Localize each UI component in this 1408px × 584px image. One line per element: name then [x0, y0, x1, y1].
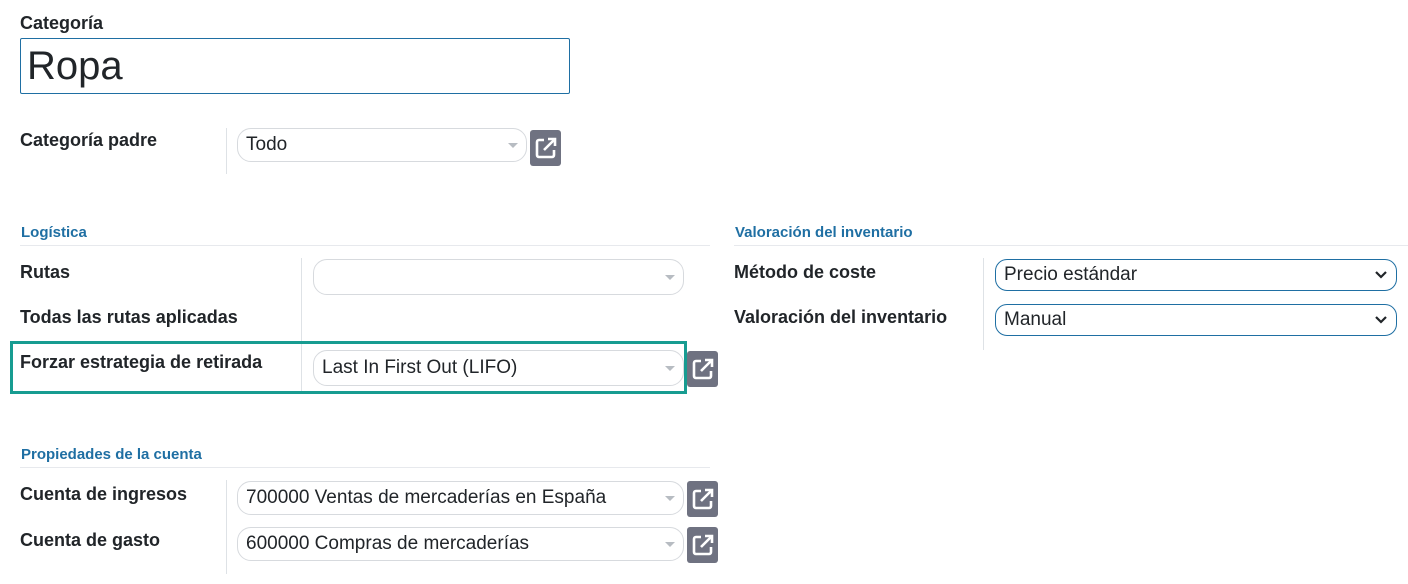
external-link-icon: [535, 137, 556, 159]
logistics-section-title: Logística: [21, 224, 87, 241]
external-link-icon: [692, 534, 713, 556]
chevron-down-icon: [1375, 271, 1387, 279]
expense-account-label: Cuenta de gasto: [20, 530, 161, 550]
income-account-label: Cuenta de ingresos: [20, 484, 188, 504]
valuation-divider: [734, 245, 1408, 246]
field-separator: [226, 128, 227, 174]
category-name-label: Categoría: [20, 13, 104, 33]
routes-label: Rutas: [20, 262, 71, 282]
external-link-icon: [692, 358, 713, 380]
cost-method-label: Método de coste: [734, 262, 877, 282]
caret-down-icon: [665, 274, 675, 280]
valuation-section-title: Valoración del inventario: [735, 224, 913, 241]
valuation-value: Manual: [1004, 309, 1067, 330]
caret-down-icon: [665, 365, 675, 371]
expense-account-open-button[interactable]: [687, 527, 718, 563]
removal-strategy-label: Forzar estrategia de retirada: [20, 352, 263, 372]
parent-category-value: Todo: [246, 134, 288, 155]
field-separator: [983, 258, 984, 350]
accounts-section-title: Propiedades de la cuenta: [21, 446, 202, 463]
removal-strategy-open-button[interactable]: [687, 351, 718, 387]
income-account-value: 700000 Ventas de mercaderías en España: [246, 487, 607, 508]
income-account-field[interactable]: 700000 Ventas de mercaderías en España: [237, 481, 684, 515]
routes-field[interactable]: [313, 259, 684, 295]
parent-category-field[interactable]: Todo: [237, 128, 527, 162]
cost-method-value: Precio estándar: [1004, 264, 1138, 285]
parent-category-label: Categoría padre: [20, 130, 158, 150]
chevron-down-icon: [1375, 316, 1387, 324]
expense-account-field[interactable]: 600000 Compras de mercaderías: [237, 527, 684, 561]
logistics-divider: [20, 245, 710, 246]
removal-strategy-value: Last In First Out (LIFO): [322, 357, 518, 378]
category-name-input[interactable]: Ropa: [20, 38, 570, 94]
valuation-select[interactable]: Manual: [995, 304, 1397, 336]
external-link-icon: [692, 488, 713, 510]
parent-category-open-button[interactable]: [530, 130, 561, 166]
caret-down-icon: [508, 142, 518, 148]
accounts-divider: [20, 467, 710, 468]
valuation-label: Valoración del inventario: [734, 307, 948, 327]
removal-strategy-field[interactable]: Last In First Out (LIFO): [313, 350, 684, 386]
field-separator: [226, 480, 227, 574]
income-account-open-button[interactable]: [687, 481, 718, 517]
cost-method-select[interactable]: Precio estándar: [995, 259, 1397, 291]
caret-down-icon: [665, 541, 675, 547]
caret-down-icon: [665, 495, 675, 501]
all-routes-label: Todas las rutas aplicadas: [20, 307, 238, 327]
expense-account-value: 600000 Compras de mercaderías: [246, 533, 530, 554]
